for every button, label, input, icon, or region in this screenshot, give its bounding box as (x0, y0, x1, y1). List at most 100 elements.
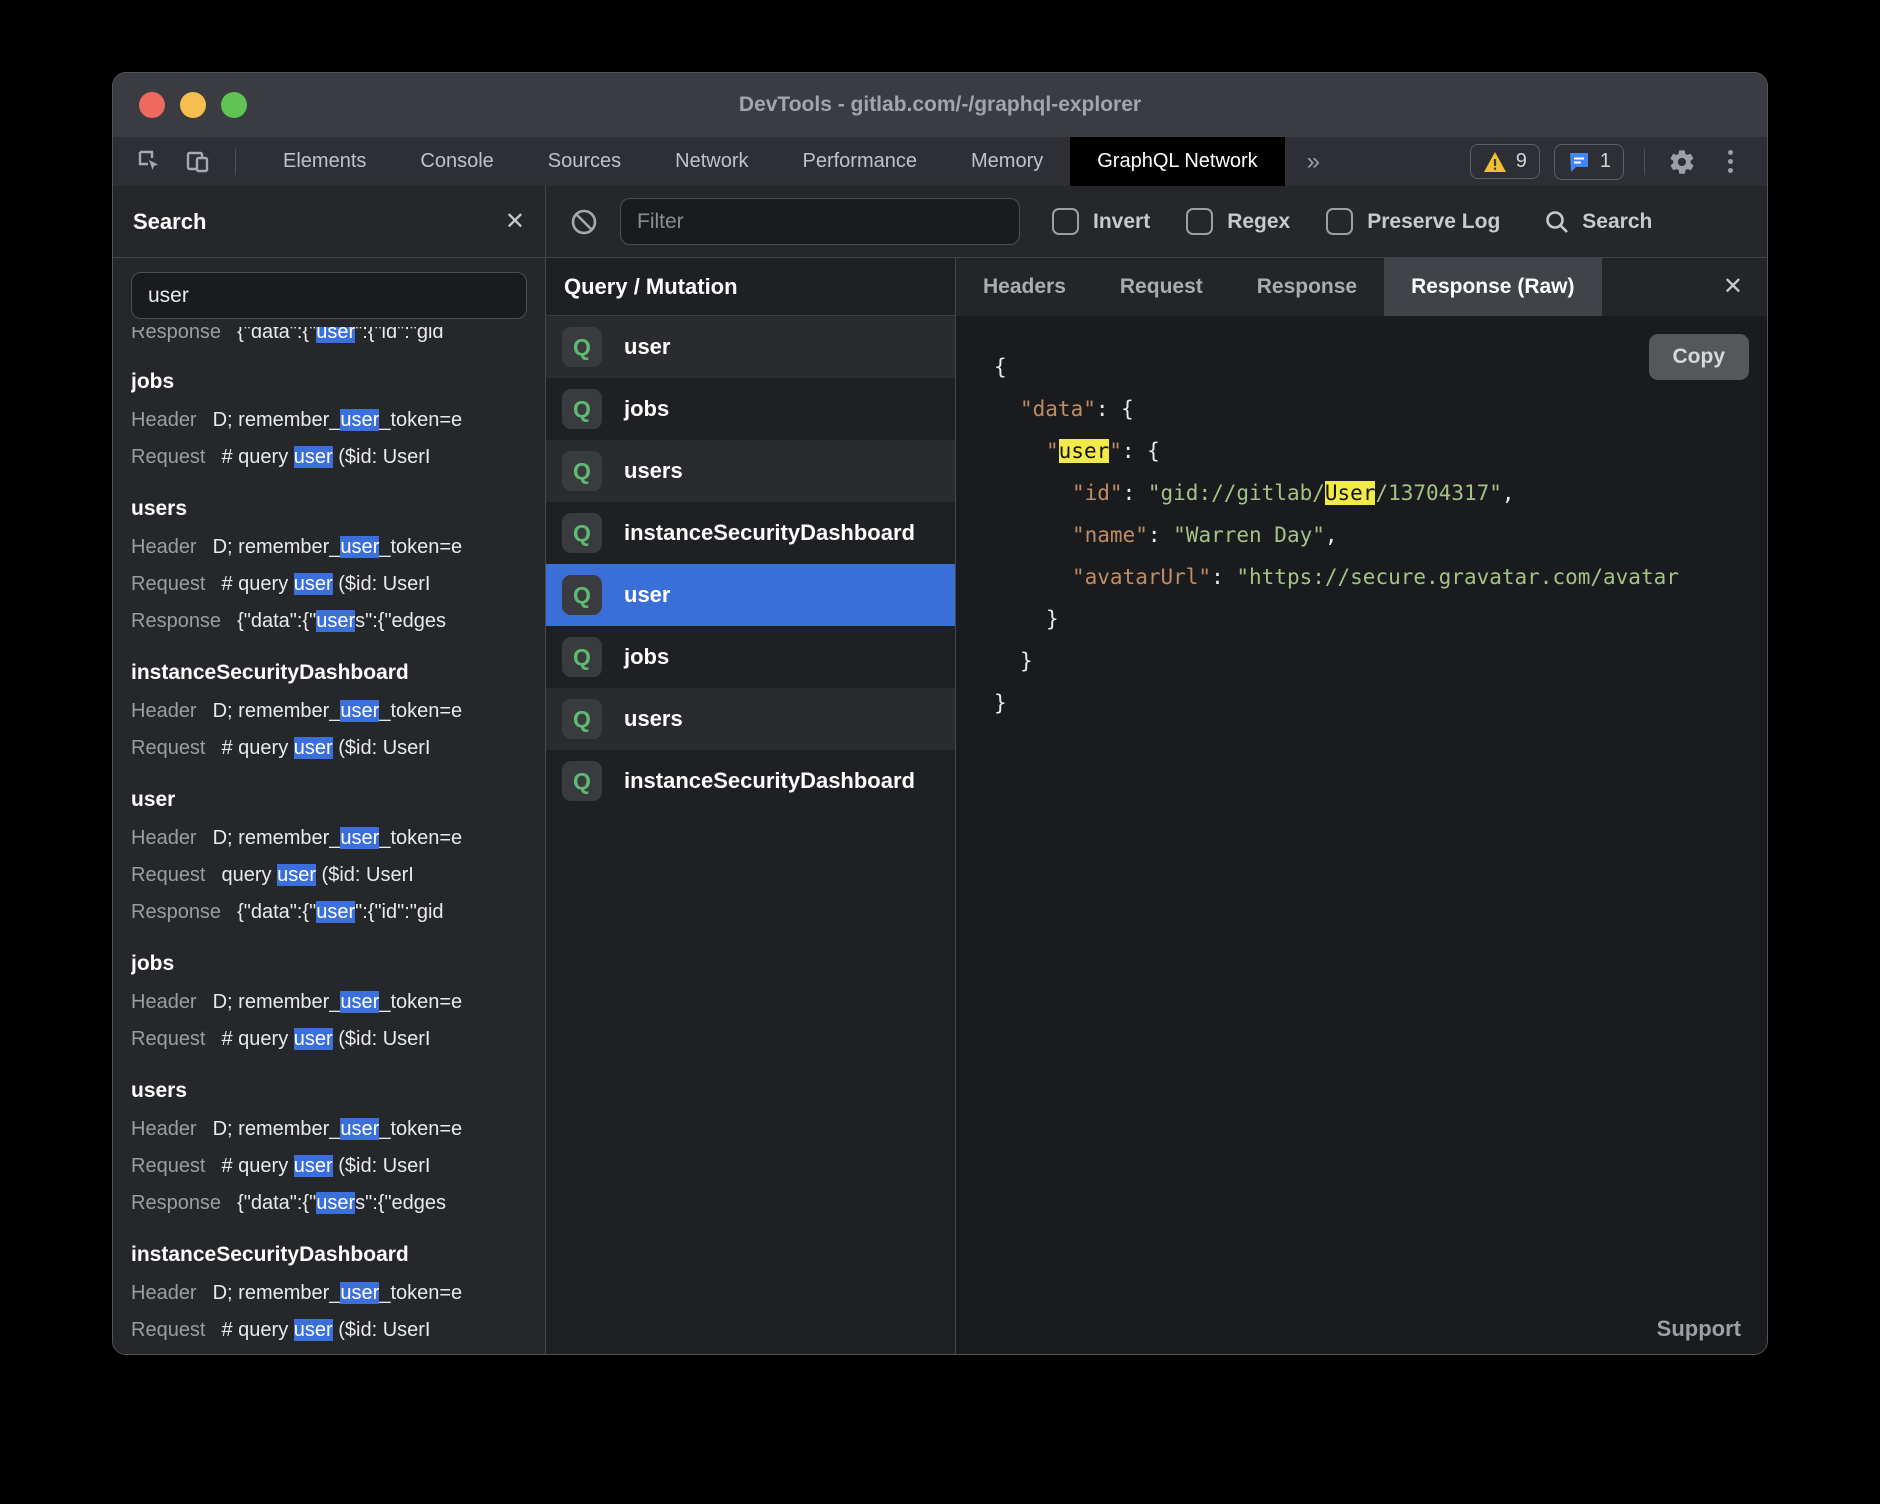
search-result-line-response[interactable]: Response{"data":{"users":{"edges (131, 603, 527, 640)
tab-elements[interactable]: Elements (256, 137, 393, 186)
search-match-highlight: user (340, 700, 379, 722)
query-mutation-header: Query / Mutation (546, 258, 955, 316)
json-token: : (1123, 481, 1148, 505)
json-viewer: {"data": {"user": {"id": "gid://gitlab/U… (994, 346, 1767, 724)
search-result-group-jobs[interactable]: jobsHeaderD; remember_user_token=eReques… (131, 947, 527, 1058)
search-result-line-response[interactable]: Response{"data":{"users":{"edges (131, 1185, 527, 1222)
detail-tab-request[interactable]: Request (1093, 258, 1230, 316)
tab-console[interactable]: Console (393, 137, 520, 186)
search-result-line-header[interactable]: HeaderD; remember_user_token=e (131, 1275, 527, 1312)
close-detail-panel-icon[interactable]: ✕ (1723, 258, 1767, 316)
checkbox-invert[interactable]: Invert (1052, 208, 1150, 235)
detail-tab-response[interactable]: Response (1230, 258, 1384, 316)
text-segment: ($id: UserI (333, 1319, 431, 1341)
text-segment: D; remember_ (213, 536, 341, 558)
search-input[interactable] (131, 272, 527, 319)
query-list-item-instancesecuritydashboard[interactable]: QinstanceSecurityDashboard (546, 750, 955, 812)
settings-gear-icon[interactable] (1665, 145, 1699, 179)
close-search-panel-icon[interactable]: ✕ (505, 210, 525, 234)
search-result-line-request[interactable]: Requestquery user ($id: UserI (131, 857, 527, 894)
zoom-window-button[interactable] (221, 92, 247, 118)
tab-sources[interactable]: Sources (521, 137, 648, 186)
tab-performance[interactable]: Performance (776, 137, 945, 186)
checkbox-box-preserve-log[interactable] (1326, 208, 1353, 235)
search-result-line-request[interactable]: Request# query user ($id: UserI (131, 1312, 527, 1349)
search-result-line-header[interactable]: HeaderD; remember_user_token=e (131, 402, 527, 439)
search-result-line-header[interactable]: HeaderD; remember_user_token=e (131, 984, 527, 1021)
query-type-badge: Q (562, 513, 602, 553)
device-toolbar-icon[interactable] (181, 145, 215, 179)
search-result-group-title: instanceSecurityDashboard (131, 1238, 527, 1272)
checkbox-box-invert[interactable] (1052, 208, 1079, 235)
search-toggle[interactable]: Search (1544, 209, 1652, 235)
query-list-item-jobs[interactable]: Qjobs (546, 378, 955, 440)
query-list-item-user[interactable]: Quser (546, 564, 955, 626)
text-segment: query (222, 864, 278, 886)
search-result-group-jobs[interactable]: jobsHeaderD; remember_user_token=eReques… (131, 365, 527, 476)
json-line: } (994, 682, 1767, 724)
json-token: "name" (1072, 523, 1148, 547)
search-results-list: Response{"data":{"user":{"id":"gid jobsH… (131, 327, 527, 1354)
text-segment: D; remember_ (213, 409, 341, 431)
search-result-line-response[interactable]: Response{"data":{"user":{"id":"gid (131, 894, 527, 931)
text-segment: {"data":{" (237, 1192, 316, 1214)
more-options-icon[interactable] (1713, 145, 1747, 179)
result-line-label: Response (131, 610, 221, 632)
issues-badge[interactable]: 1 (1554, 144, 1624, 180)
devtools-window: DevTools - gitlab.com/-/graphql-explorer… (112, 72, 1768, 1355)
filter-bar: Invert Regex Preserve Log Search (546, 186, 1767, 258)
filter-input[interactable] (620, 198, 1020, 245)
search-result-group-users[interactable]: usersHeaderD; remember_user_token=eReque… (131, 1074, 527, 1222)
query-type-badge: Q (562, 637, 602, 677)
search-result-partial-line[interactable]: Response{"data":{"user":{"id":"gid (131, 327, 527, 349)
search-result-group-instancesecuritydashboard[interactable]: instanceSecurityDashboardHeaderD; rememb… (131, 1238, 527, 1349)
search-panel: Search ✕ Response{"data":{"user":{"id":"… (113, 186, 546, 1354)
search-match-highlight: user (316, 901, 355, 923)
search-result-line-header[interactable]: HeaderD; remember_user_token=e (131, 820, 527, 857)
result-line-label: Header (131, 536, 197, 558)
search-result-group-user[interactable]: user HeaderD; remember_user_token=e Reques… (131, 783, 527, 931)
result-line-label: Request (131, 864, 206, 886)
tab-memory[interactable]: Memory (944, 137, 1070, 186)
search-result-line-request[interactable]: Request# query user ($id: UserI (131, 730, 527, 767)
detail-tab-headers[interactable]: Headers (956, 258, 1093, 316)
more-tabs-button[interactable]: » (1285, 137, 1342, 186)
search-result-group-users[interactable]: usersHeaderD; remember_user_token=eReque… (131, 492, 527, 640)
inspect-element-icon[interactable] (133, 145, 167, 179)
search-match-highlight: user (294, 1319, 333, 1341)
search-result-line-request[interactable]: Request# query user ($id: UserI (131, 439, 527, 476)
tab-graphql-network[interactable]: GraphQL Network (1070, 137, 1284, 186)
query-list-item-users[interactable]: Qusers (546, 440, 955, 502)
search-result-line-header[interactable]: HeaderD; remember_user_token=e (131, 1111, 527, 1148)
query-item-label: user (624, 334, 670, 360)
json-token: : { (1096, 397, 1134, 421)
result-line-label: Request (131, 446, 206, 468)
search-result-line-header[interactable]: HeaderD; remember_user_token=e (131, 529, 527, 566)
search-result-group-instancesecuritydashboard[interactable]: instanceSecurityDashboardHeaderD; rememb… (131, 656, 527, 767)
text-segment: D; remember_ (213, 1118, 341, 1140)
search-result-line-header[interactable]: HeaderD; remember_user_token=e (131, 693, 527, 730)
checkbox-box-regex[interactable] (1186, 208, 1213, 235)
support-link[interactable]: Support (1657, 1316, 1741, 1342)
checkbox-preserve-log[interactable]: Preserve Log (1326, 208, 1500, 235)
minimize-window-button[interactable] (180, 92, 206, 118)
warnings-badge[interactable]: 9 (1470, 144, 1540, 179)
query-list-item-users[interactable]: Qusers (546, 688, 955, 750)
search-result-line-request[interactable]: Request# query user ($id: UserI (131, 566, 527, 603)
query-list-item-user[interactable]: Quser (546, 316, 955, 378)
text-segment: # query (222, 737, 294, 759)
search-result-line-request[interactable]: Request# query user ($id: UserI (131, 1021, 527, 1058)
detail-tab-response-raw[interactable]: Response (Raw) (1384, 258, 1601, 316)
search-result-line-request[interactable]: Request# query user ($id: UserI (131, 1148, 527, 1185)
query-list-item-jobs[interactable]: Qjobs (546, 626, 955, 688)
tab-network[interactable]: Network (648, 137, 775, 186)
copy-button[interactable]: Copy (1649, 334, 1750, 380)
close-window-button[interactable] (139, 92, 165, 118)
checkbox-regex[interactable]: Regex (1186, 208, 1290, 235)
search-match-highlight: user (340, 1282, 379, 1304)
lower-panels: Query / Mutation QuserQjobsQusersQinstan… (546, 258, 1767, 1354)
clear-icon[interactable] (568, 206, 600, 238)
text-segment: _token=e (379, 409, 462, 431)
query-list-item-instancesecuritydashboard[interactable]: QinstanceSecurityDashboard (546, 502, 955, 564)
search-match-highlight: user (340, 409, 379, 431)
